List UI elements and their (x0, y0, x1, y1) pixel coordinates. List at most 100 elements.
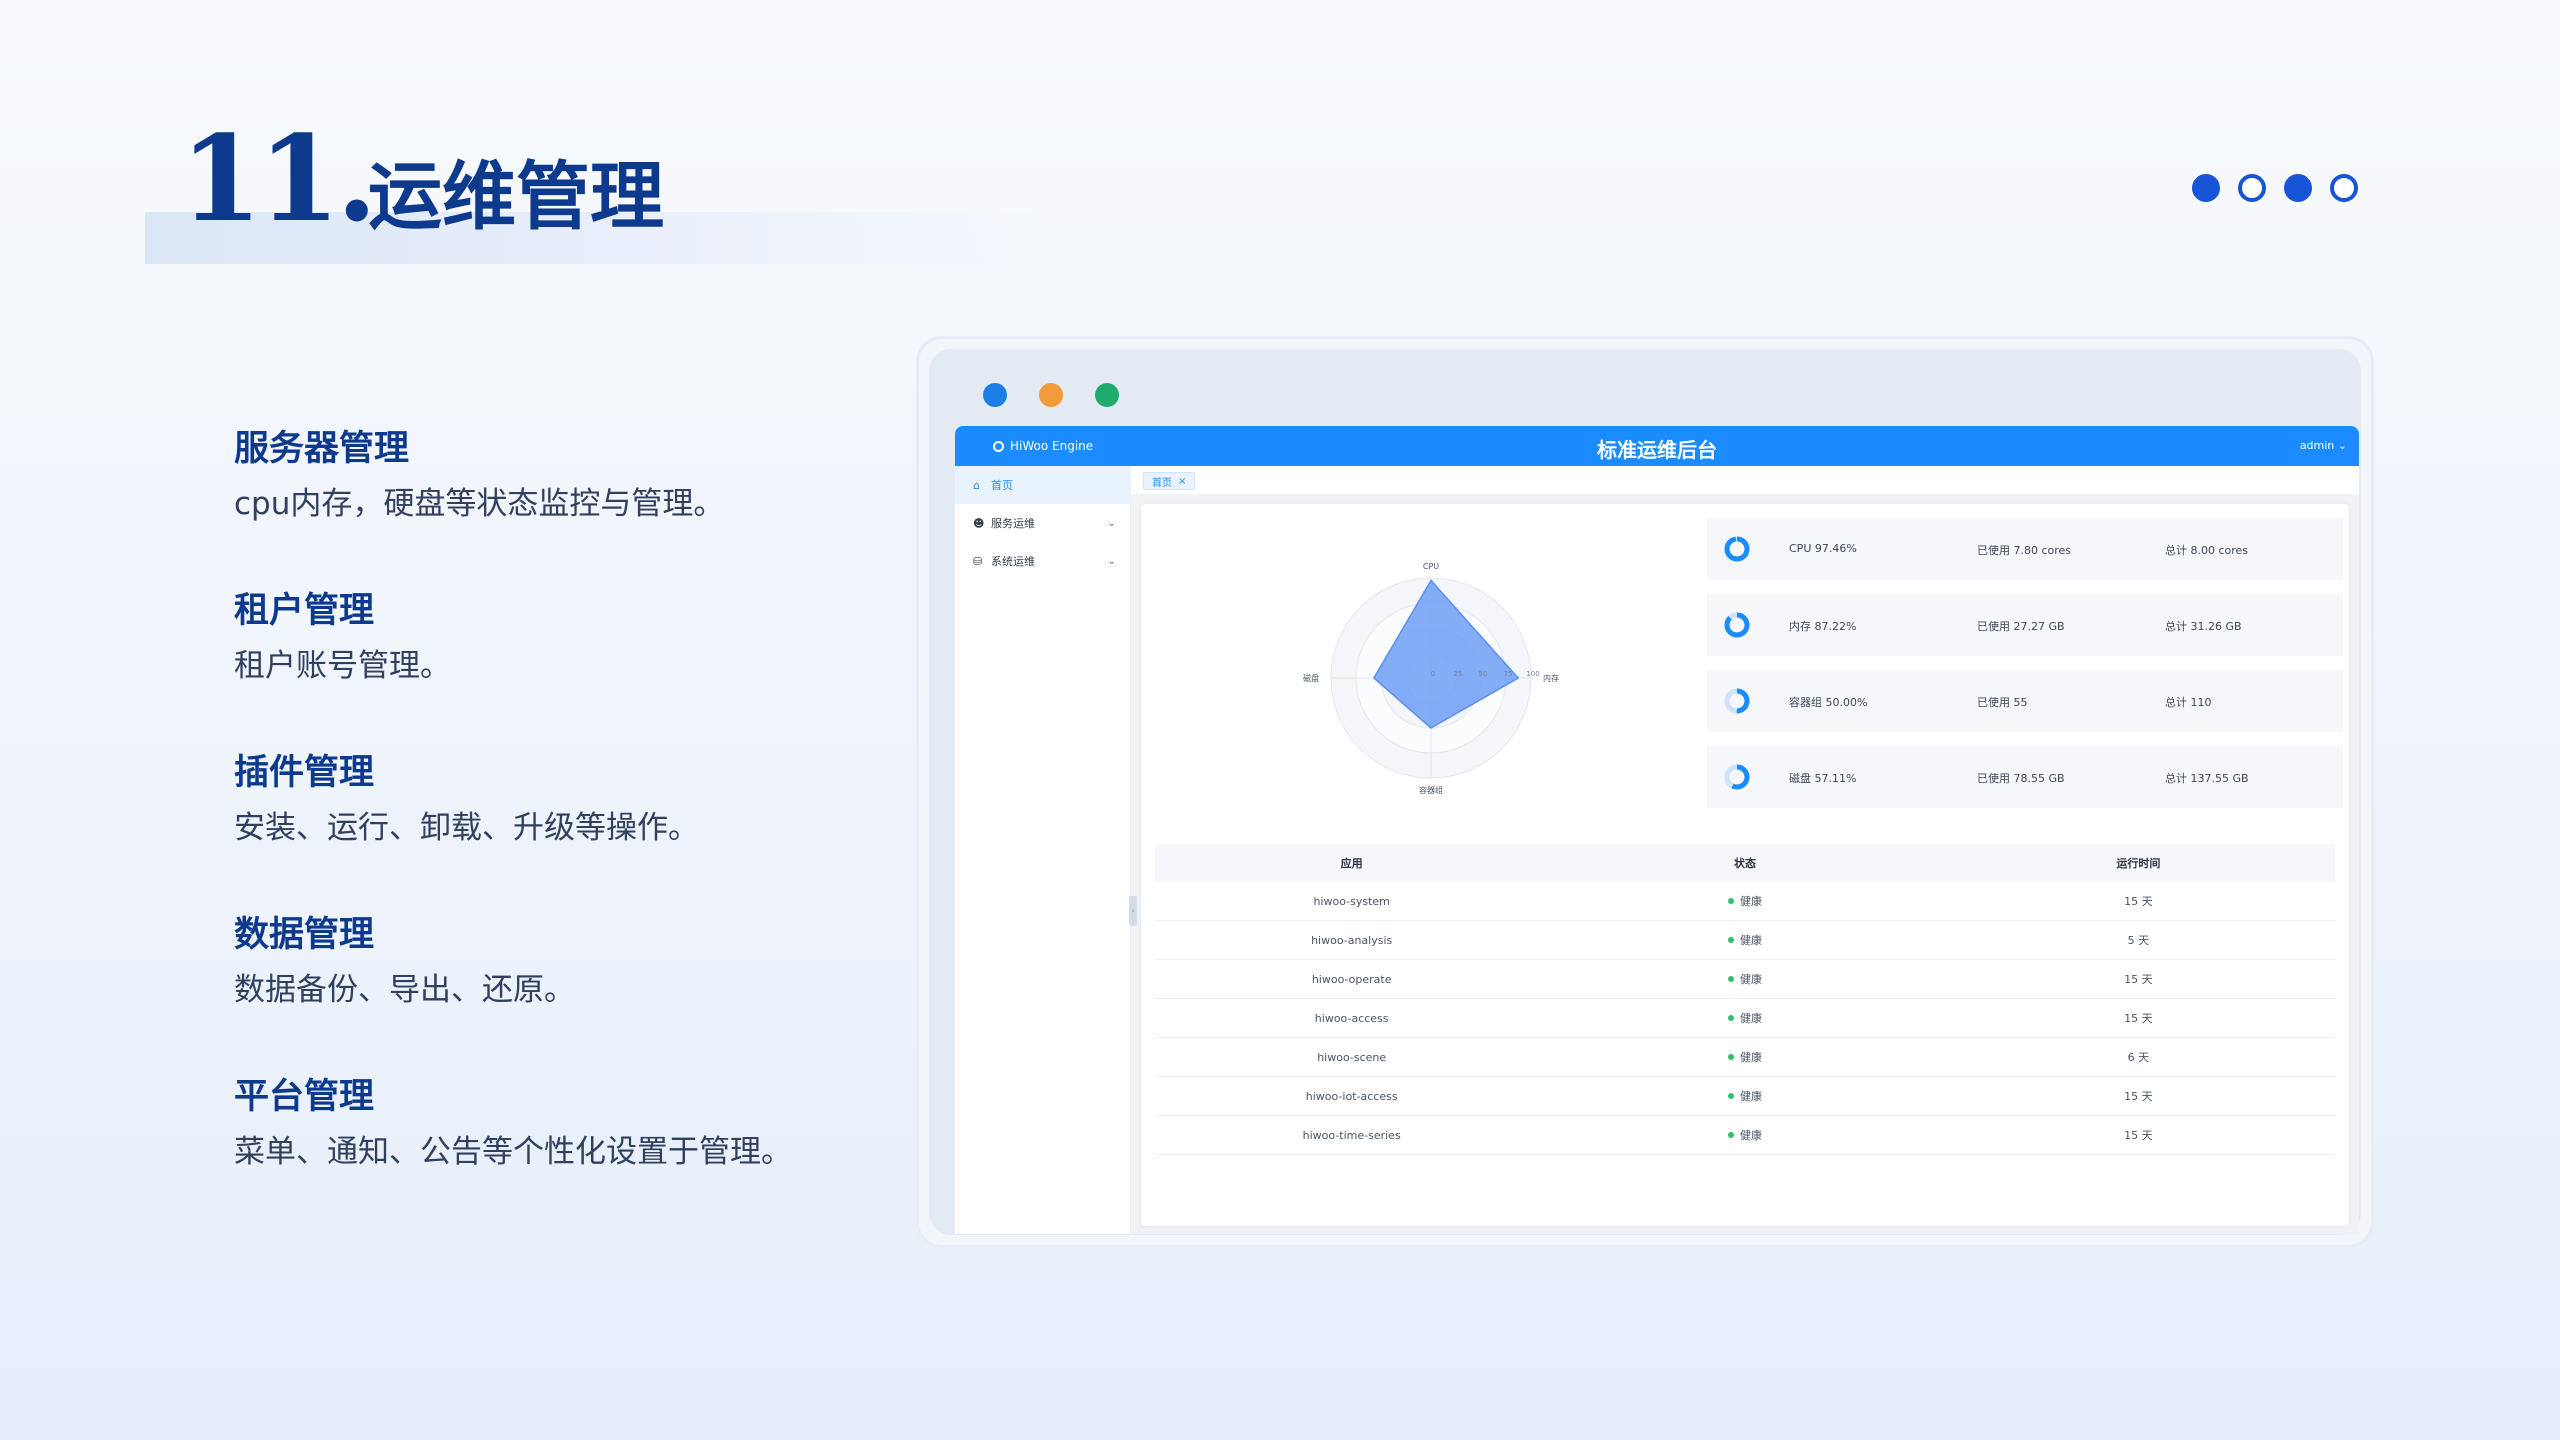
radar-chart: 0 25 50 75 100 CPU 内存容器组 磁盘 (1303, 562, 1559, 795)
feature-title: 插件管理 (234, 753, 375, 793)
column-header[interactable]: 运行时间 (1942, 855, 2335, 871)
window-dot-blue[interactable] (983, 383, 1007, 407)
stat-row: 磁盘 57.11% 已使用 78.55 GB 总计 137.55 GB (1707, 746, 2343, 808)
status-cell: 健康 (1548, 1127, 1941, 1143)
app-name: hiwoo-system (1313, 894, 1390, 908)
stat-used: 已使用 55 (1977, 696, 2028, 709)
table-row[interactable]: hiwoo-scene 健康 6 天 (1155, 1038, 2335, 1077)
slide-number: 11. (180, 109, 377, 248)
stat-name: 内存 87.22% (1789, 620, 1857, 633)
radar-tick-label: 75 (1504, 670, 1513, 678)
pager-dot-1[interactable] (2192, 174, 2220, 202)
feature-title: 数据管理 (234, 915, 375, 955)
table-row[interactable]: hiwoo-time-series 健康 15 天 (1155, 1116, 2335, 1155)
pager-dot-3[interactable] (2284, 174, 2312, 202)
uptime: 5 天 (2127, 934, 2150, 947)
uptime: 6 天 (2127, 1051, 2150, 1064)
feature-item: 租户管理 租户账号管理。 (234, 590, 894, 752)
stat-name: CPU 97.46% (1789, 542, 1857, 555)
home-icon: ⌂ (973, 478, 980, 492)
app-status-table: 应用 状态 运行时间 hiwoo-system 健康 15 天 hiwoo-an… (1155, 844, 2335, 1155)
pager-dots (2192, 174, 2358, 202)
stat-row: 内存 87.22% 已使用 27.27 GB 总计 31.26 GB (1707, 594, 2343, 656)
radar-indicator-label: 容器组 (1419, 785, 1443, 795)
status-cell: 健康 (1548, 1049, 1941, 1065)
dashboard-panel: 0 25 50 75 100 CPU 内存 容器组 磁盘 CPU 97.46% 已使用 7.80… (1141, 504, 2349, 1226)
status-dot-icon (1727, 1015, 1734, 1021)
status-dot-icon (1727, 1132, 1734, 1138)
feature-title: 服务器管理 (234, 429, 410, 469)
stat-used: 已使用 7.80 cores (1977, 544, 2072, 557)
sidebar-item-service-ops[interactable]: ☻ 服务运维 ⌄ (955, 504, 1130, 542)
feature-desc: 数据备份、导出、还原。 (234, 972, 575, 1008)
usage-ring-icon (1724, 688, 1750, 714)
radar-indicator-label: 内存 (1543, 673, 1559, 683)
uptime: 15 天 (2124, 1090, 2153, 1103)
window-dot-orange[interactable] (1039, 383, 1063, 407)
status-dot-icon (1727, 976, 1734, 982)
stat-row: CPU 97.46% 已使用 7.80 cores 总计 8.00 cores (1707, 518, 2343, 580)
window-controls (983, 383, 1119, 407)
usage-ring-icon (1724, 536, 1750, 562)
tab-bar: 首页 × (1131, 466, 2359, 494)
status-cell: 健康 (1548, 1010, 1941, 1026)
pager-dot-2[interactable] (2238, 174, 2266, 202)
app-name: hiwoo-operate (1311, 972, 1392, 986)
uptime: 15 天 (2124, 973, 2153, 986)
app-header: HiWoo Engine 标准运维后台 admin ⌄ (955, 426, 2359, 466)
user-name: admin (2299, 439, 2335, 452)
feature-desc: 租户账号管理。 (234, 648, 451, 684)
resource-stats: CPU 97.46% 已使用 7.80 cores 总计 8.00 cores … (1707, 518, 2343, 822)
table-row[interactable]: hiwoo-access 健康 15 天 (1155, 999, 2335, 1038)
tab-home[interactable]: 首页 × (1143, 472, 1196, 490)
device-screen: HiWoo Engine 标准运维后台 admin ⌄ ⌂ 首页 ☻ 服务运维 … (929, 349, 2361, 1235)
status-text: 健康 (1739, 1129, 1762, 1142)
user-menu[interactable]: admin ⌄ (2300, 439, 2347, 452)
status-dot-icon (1727, 937, 1734, 943)
usage-ring-icon (1724, 764, 1750, 790)
sidebar-item-label: 首页 (991, 479, 1013, 492)
stat-total: 总计 31.26 GB (2165, 620, 2242, 633)
feature-item: 平台管理 菜单、通知、公告等个性化设置于管理。 (234, 1076, 894, 1238)
stat-total: 总计 110 (2165, 696, 2212, 709)
admin-app: HiWoo Engine 标准运维后台 admin ⌄ ⌂ 首页 ☻ 服务运维 … (955, 426, 2359, 1234)
status-cell: 健康 (1548, 971, 1941, 987)
sidebar-item-label: 系统运维 (991, 555, 1035, 568)
tab-label: 首页 (1152, 477, 1172, 489)
radar-indicator-label: CPU (1423, 562, 1439, 571)
sidebar-item-system-ops[interactable]: ⛁ 系统运维 ⌄ (955, 542, 1130, 580)
device-frame: HiWoo Engine 标准运维后台 admin ⌄ ⌂ 首页 ☻ 服务运维 … (916, 336, 2374, 1248)
stat-total: 总计 137.55 GB (2165, 772, 2249, 785)
status-dot-icon (1727, 898, 1734, 904)
table-header: 应用 状态 运行时间 (1155, 844, 2335, 882)
uptime: 15 天 (2124, 895, 2153, 908)
feature-desc: cpu内存，硬盘等状态监控与管理。 (234, 486, 725, 522)
app-name: hiwoo-time-series (1302, 1128, 1401, 1142)
table-row[interactable]: hiwoo-operate 健康 15 天 (1155, 960, 2335, 999)
database-icon: ⛁ (973, 554, 983, 568)
column-header[interactable]: 状态 (1548, 855, 1941, 871)
radar-tick-label: 100 (1526, 670, 1539, 678)
stat-used: 已使用 78.55 GB (1977, 772, 2065, 785)
feature-list: 服务器管理 cpu内存，硬盘等状态监控与管理。 租户管理 租户账号管理。 插件管… (234, 428, 894, 1238)
stat-name: 容器组 50.00% (1789, 696, 1868, 709)
status-dot-icon (1727, 1093, 1734, 1099)
table-row[interactable]: hiwoo-iot-access 健康 15 天 (1155, 1077, 2335, 1116)
sidebar-item-home[interactable]: ⌂ 首页 (955, 466, 1130, 504)
slide-title: 运维管理 (368, 154, 664, 240)
column-header[interactable]: 应用 (1155, 855, 1548, 871)
feature-item: 服务器管理 cpu内存，硬盘等状态监控与管理。 (234, 428, 894, 590)
status-text: 健康 (1739, 895, 1762, 908)
pager-dot-4[interactable] (2330, 174, 2358, 202)
status-dot-icon (1727, 1054, 1734, 1060)
table-row[interactable]: hiwoo-analysis 健康 5 天 (1155, 921, 2335, 960)
stat-row: 容器组 50.00% 已使用 55 总计 110 (1707, 670, 2343, 732)
status-text: 健康 (1739, 1090, 1762, 1103)
table-row[interactable]: hiwoo-system 健康 15 天 (1155, 882, 2335, 921)
status-text: 健康 (1739, 934, 1762, 947)
feature-title: 平台管理 (234, 1077, 375, 1117)
close-icon[interactable]: × (1178, 476, 1186, 487)
sidebar-collapse-handle[interactable]: ‹ (1129, 896, 1137, 926)
window-dot-green[interactable] (1095, 383, 1119, 407)
feature-desc: 菜单、通知、公告等个性化设置于管理。 (234, 1134, 792, 1170)
